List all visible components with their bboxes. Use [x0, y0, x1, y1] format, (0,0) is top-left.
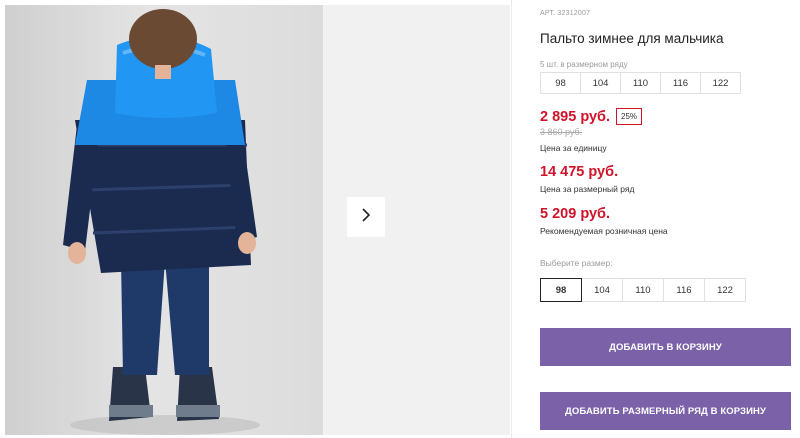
row-size-98: 98 [540, 72, 581, 94]
row-size-104: 104 [580, 72, 621, 94]
size-selector: 98 104 110 116 122 [540, 278, 746, 302]
old-price: 3 860 руб. [540, 127, 583, 137]
size-option-104[interactable]: 104 [581, 278, 623, 302]
row-size-110: 110 [620, 72, 661, 94]
row-price: 14 475 руб. [540, 164, 619, 180]
unit-price-block: 2 895 руб. 25% [540, 108, 643, 125]
unit-price: 2 895 руб. [540, 108, 611, 125]
retail-price: 5 209 руб. [540, 206, 611, 222]
product-photo-illustration [63, 9, 260, 435]
article-number: АРТ. 32312007 [540, 10, 591, 17]
discount-badge: 25% [616, 108, 643, 125]
panel-divider [511, 0, 512, 438]
product-title: Пальто зимнее для мальчика [540, 31, 724, 46]
product-photo[interactable] [5, 5, 323, 435]
chevron-right-icon [360, 207, 372, 228]
size-option-116[interactable]: 116 [663, 278, 705, 302]
size-row-caption: 5 шт. в размерном ряду [540, 60, 628, 69]
size-option-122[interactable]: 122 [704, 278, 746, 302]
product-gallery [0, 0, 510, 438]
row-size-122: 122 [700, 72, 741, 94]
choose-size-label: Выберите размер: [540, 258, 613, 268]
size-option-98[interactable]: 98 [540, 278, 582, 302]
add-size-row-to-cart-button[interactable]: Добавить размерный ряд в корзину [540, 392, 791, 430]
retail-price-caption: Рекомендуемая розничная цена [540, 226, 668, 236]
row-price-caption: Цена за размерный ряд [540, 184, 635, 194]
add-to-cart-button[interactable]: Добавить в корзину [540, 328, 791, 366]
size-row-list: 98 104 110 116 122 [540, 72, 741, 94]
unit-price-caption: Цена за единицу [540, 143, 607, 153]
next-image-button[interactable] [347, 197, 385, 237]
size-option-110[interactable]: 110 [622, 278, 664, 302]
row-size-116: 116 [660, 72, 701, 94]
